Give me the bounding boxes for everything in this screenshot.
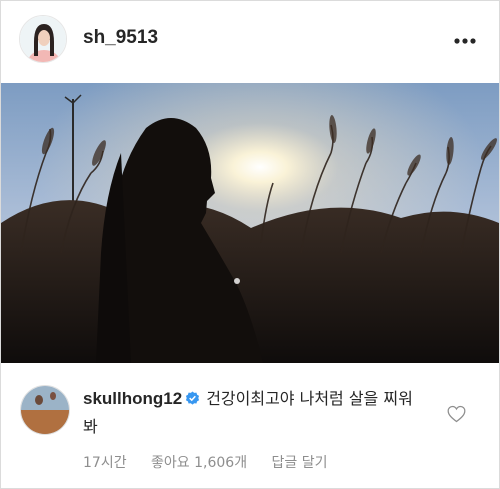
- post-photo[interactable]: [1, 83, 499, 363]
- comment: skullhong12 건강이최고야 나처럼 살을 찌워봐 17시간 좋아요 1,…: [1, 363, 499, 488]
- more-horizontal-icon[interactable]: [453, 37, 477, 45]
- commenter-username[interactable]: skullhong12: [83, 389, 182, 408]
- comment-text: skullhong12 건강이최고야 나처럼 살을 찌워봐: [83, 385, 413, 441]
- instagram-post: sh_9513 skullhong12 건강이최고야 나처럼 살을 찌워봐 17…: [0, 0, 500, 489]
- verified-badge-icon: [186, 391, 200, 405]
- comment-time: 17시간: [83, 455, 127, 471]
- author-avatar[interactable]: [19, 15, 67, 63]
- commenter-avatar[interactable]: [20, 385, 70, 435]
- comment-likes[interactable]: 좋아요 1,606개: [151, 455, 247, 471]
- comment-meta: 17시간 좋아요 1,606개 답글 달기: [83, 452, 348, 472]
- reply-button[interactable]: 답글 달기: [272, 455, 328, 471]
- post-header: sh_9513: [1, 1, 499, 81]
- heart-outline-icon[interactable]: [447, 405, 466, 423]
- author-username[interactable]: sh_9513: [83, 27, 158, 49]
